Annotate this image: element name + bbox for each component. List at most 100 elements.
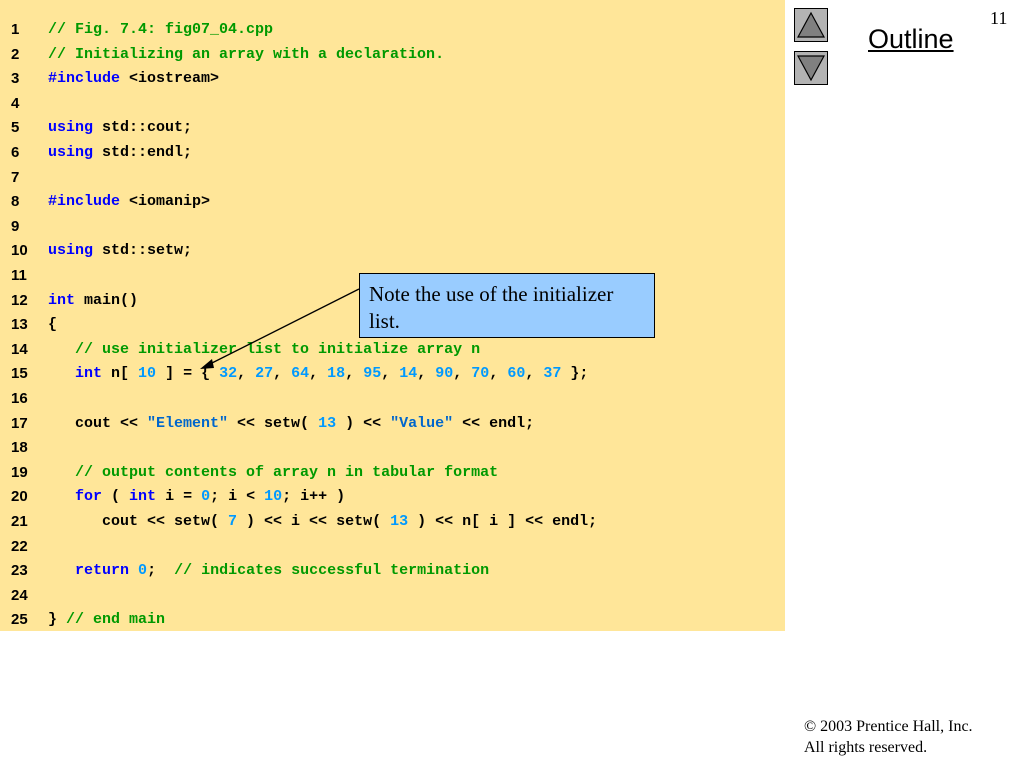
code-token: 13 — [390, 513, 409, 530]
line-number: 8 — [11, 193, 20, 211]
code-token: 60 — [507, 365, 526, 383]
code-line: 16 — [0, 387, 785, 411]
code-token: }; — [561, 365, 589, 383]
code-text: // use initializer list to initialize ar… — [48, 338, 480, 362]
code-token: , — [237, 365, 256, 383]
callout-note: Note the use of the initializer list. — [359, 273, 655, 338]
code-token: 70 — [471, 365, 490, 383]
code-line: 17 cout << "Element" << setw( 13 ) << "V… — [0, 412, 785, 436]
line-number: 6 — [11, 144, 20, 161]
code-line: 2 // Initializing an array with a declara… — [0, 43, 785, 67]
code-text: using std::cout; — [48, 116, 192, 140]
code-token: , — [345, 365, 364, 383]
line-number: 17 — [11, 414, 28, 432]
code-token: int — [48, 291, 76, 309]
code-line: 5 using std::cout; — [0, 116, 785, 140]
code-token: 27 — [255, 365, 274, 383]
code-text: #include <iostream> — [48, 67, 219, 91]
line-number: 11 — [11, 267, 27, 284]
code-token: cout << — [48, 414, 148, 432]
code-token: 10 — [138, 365, 157, 383]
line-number: 18 — [11, 439, 28, 457]
line-number: 7 — [11, 168, 20, 186]
line-number: 25 — [11, 611, 28, 629]
copyright-line: © 2003 Prentice Hall, Inc. — [804, 718, 973, 735]
code-line: 24 — [0, 584, 785, 608]
code-text: } // end main — [48, 608, 165, 632]
code-token: 90 — [435, 365, 454, 383]
code-token: i = — [156, 488, 202, 506]
code-token: << endl; — [453, 414, 535, 432]
code-line: 20 for ( int i = 0; i < 10; i++ ) — [0, 485, 785, 509]
code-token: std::endl; — [93, 144, 193, 161]
code-token: 14 — [399, 365, 418, 383]
triangle-down-icon — [796, 55, 826, 82]
code-text: cout << "Element" << setw( 13 ) << "Valu… — [48, 412, 534, 436]
code-token: main() — [75, 291, 139, 309]
copyright-footer: © 2003 Prentice Hall, Inc. All rights re… — [804, 716, 973, 758]
code-token: 64 — [291, 365, 310, 383]
code-text: { — [48, 313, 57, 337]
code-token: ) << i << setw( — [237, 513, 391, 530]
next-slide-button[interactable] — [794, 51, 828, 85]
rights-line: All rights reserved. — [804, 739, 928, 756]
code-line: 3 #include <iostream> — [0, 67, 785, 91]
code-token: #include — [48, 193, 121, 211]
slide-number: 11 — [990, 8, 1008, 28]
code-text: // Fig. 7.4: fig07_04.cpp — [48, 18, 273, 42]
line-number: 16 — [11, 390, 28, 407]
code-token: , — [381, 365, 400, 383]
code-token: ( — [102, 488, 130, 506]
code-token: ) << — [336, 414, 391, 432]
code-token: // indicates successful termination — [174, 562, 490, 580]
line-number: 23 — [11, 562, 28, 580]
code-line: 23 return 0; // indicates successful ter… — [0, 559, 785, 583]
code-token: 0 — [138, 562, 148, 580]
code-text: int main() — [48, 289, 138, 313]
code-text: int n[ 10 ] = { 32, 27, 64, 18, 95, 14, … — [48, 362, 588, 386]
code-token: 13 — [318, 414, 337, 432]
line-number: 20 — [11, 488, 28, 506]
code-token: , — [309, 365, 328, 383]
code-token: << setw( — [228, 414, 319, 432]
line-number: 24 — [11, 586, 28, 604]
code-token: ; — [147, 562, 175, 580]
code-text: using std::endl; — [48, 141, 192, 165]
code-token: int — [75, 365, 103, 383]
line-number: 22 — [11, 537, 28, 555]
triangle-up-icon — [796, 11, 826, 38]
code-token: ] = { — [156, 365, 220, 383]
code-line: 15 int n[ 10 ] = { 32, 27, 64, 18, 95, 1… — [0, 362, 785, 386]
line-number: 9 — [11, 217, 20, 235]
line-number: 12 — [11, 291, 28, 309]
code-text: #include <iomanip> — [48, 190, 210, 214]
line-number: 4 — [11, 94, 20, 112]
code-line: 4 — [0, 92, 785, 116]
code-token: using — [48, 119, 94, 137]
code-token: 18 — [327, 365, 346, 383]
line-number: 2 — [11, 45, 20, 63]
outline-link[interactable]: Outline — [868, 24, 954, 55]
code-token: , — [453, 365, 472, 383]
code-line: 19 // output contents of array n in tabu… — [0, 461, 785, 485]
code-token: // end main — [66, 611, 166, 629]
prev-slide-button[interactable] — [794, 8, 828, 42]
code-token: "Value" — [390, 414, 454, 432]
code-line: 25} // end main — [0, 608, 785, 632]
code-text: return 0; // indicates successful termin… — [48, 559, 489, 583]
code-token: , — [273, 365, 292, 383]
code-token: , — [417, 365, 436, 383]
code-token: ; i++ ) — [282, 488, 346, 506]
code-line: 1 // Fig. 7.4: fig07_04.cpp — [0, 18, 785, 42]
line-number: 19 — [11, 463, 28, 481]
code-token: ) << n[ i ] << endl; — [408, 513, 598, 530]
line-number: 1 — [11, 21, 20, 38]
code-token: } — [48, 611, 67, 629]
code-line: 18 — [0, 436, 785, 460]
line-number: 15 — [11, 365, 28, 383]
code-token: 10 — [264, 488, 283, 506]
code-line: 9 — [0, 215, 785, 239]
